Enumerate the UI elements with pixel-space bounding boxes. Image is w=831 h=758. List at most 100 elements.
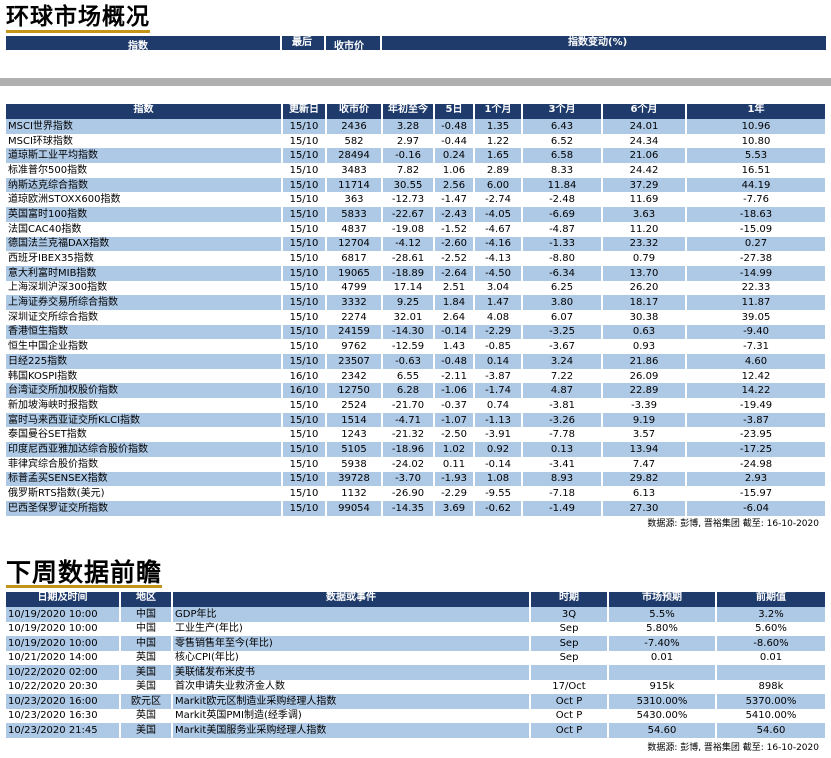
table-cell: 3.28 xyxy=(382,119,435,134)
table-cell: 18.17 xyxy=(602,295,687,310)
table-cell: 1.02 xyxy=(434,442,475,457)
table-cell: 15/10 xyxy=(282,412,327,428)
table-cell: 1.08 xyxy=(474,471,523,487)
table-cell: -7.76 xyxy=(686,192,827,208)
table-cell: 39728 xyxy=(326,471,383,487)
calendar-cell: 5370.00% xyxy=(716,694,827,709)
table-cell: 16/10 xyxy=(282,368,327,384)
table-cell: -2.60 xyxy=(434,236,475,252)
table-cell: 2342 xyxy=(326,368,383,384)
table-cell: 32.01 xyxy=(382,309,435,325)
table-cell: 0.14 xyxy=(474,354,523,369)
calendar-cell: 10/23/2020 16:00 xyxy=(6,694,121,709)
table-cell: 21.06 xyxy=(602,148,687,164)
market-table: 指数 更新日 收市价 年初至今 5日 1个月 3个月 6个月 1年 MSCI世界… xyxy=(6,104,827,516)
header-change-label: 指数变动(%) xyxy=(568,37,628,48)
table-cell: -15.09 xyxy=(686,221,827,237)
calendar-cell: 美国 xyxy=(120,679,173,694)
calendar-cell: 中国 xyxy=(120,636,173,651)
table-cell: 15/10 xyxy=(282,236,327,252)
table-cell: -0.85 xyxy=(474,339,523,354)
table-cell: 9762 xyxy=(326,339,383,354)
calendar-row: 10/23/2020 16:00 欧元区 Markit欧元区制造业采购经理人指数 Oc… xyxy=(6,694,827,709)
calendar-cell: 美国 xyxy=(120,723,173,738)
table-cell: 2274 xyxy=(326,309,383,325)
table-cell: 24.42 xyxy=(602,163,687,178)
table-cell: -7.78 xyxy=(522,427,603,443)
table-row: 巴西圣保罗证交所指数 15/10 99054 -14.35 3.69 -0.62 -1.49… xyxy=(6,500,827,516)
table-cell: 3.24 xyxy=(522,354,603,369)
col-close: 收市价 xyxy=(326,104,383,119)
table-cell: -9.40 xyxy=(686,324,827,340)
table-row: 道琼斯工业平均指数 15/10 28494 -0.16 0.24 1.65 6.58 21.0… xyxy=(6,148,827,164)
table-cell: -18.63 xyxy=(686,207,827,222)
table-cell: 10.80 xyxy=(686,133,827,149)
table-cell: 6.07 xyxy=(522,309,603,325)
calendar-cell: Sep xyxy=(530,621,609,636)
calendar-cell: 核心CPI(年比) xyxy=(172,650,531,665)
calendar-cell: GDP年比 xyxy=(172,607,531,622)
table-cell: 15/10 xyxy=(282,471,327,487)
table-cell: 22.89 xyxy=(602,383,687,399)
table-cell: 富时马来西亚证交所KLCI指数 xyxy=(6,412,283,428)
table-cell: 俄罗斯RTS指数(美元) xyxy=(6,486,283,501)
calendar-cell: 工业生产(年比) xyxy=(172,621,531,636)
table-cell: -3.25 xyxy=(522,324,603,340)
calendar-cell: 美国 xyxy=(120,665,173,680)
calendar-cell: 898k xyxy=(716,679,827,694)
calendar-cell: 10/19/2020 10:00 xyxy=(6,607,121,622)
table-cell: 15/10 xyxy=(282,133,327,149)
table-cell: -23.95 xyxy=(686,427,827,443)
table-cell: 1.84 xyxy=(434,295,475,310)
table-cell: 英国富时100指数 xyxy=(6,207,283,222)
table-cell: -6.69 xyxy=(522,207,603,222)
table-cell: -0.48 xyxy=(434,119,475,134)
table-cell: 4799 xyxy=(326,280,383,296)
table-cell: 韩国KOSPI指数 xyxy=(6,368,283,384)
section-title-outlook: 下周数据前瞻 xyxy=(6,558,163,588)
table-cell: -17.25 xyxy=(686,442,827,457)
table-cell: -2.29 xyxy=(474,324,523,340)
table-cell: -6.34 xyxy=(522,265,603,281)
table-cell: 2436 xyxy=(326,119,383,134)
table-cell: -2.50 xyxy=(434,427,475,443)
calendar-cell: 0.01 xyxy=(716,650,827,665)
table-cell: 道琼斯工业平均指数 xyxy=(6,148,283,164)
table-cell: 7.22 xyxy=(522,368,603,384)
table-cell: -12.73 xyxy=(382,192,435,208)
table-row: MSCI世界指数 15/10 2436 3.28 -0.48 1.35 6.43 24.01 1… xyxy=(6,119,827,134)
table-cell: 11.69 xyxy=(602,192,687,208)
table-cell: 0.74 xyxy=(474,398,523,413)
market-table-body: MSCI世界指数 15/10 2436 3.28 -0.48 1.35 6.43 24.01 1… xyxy=(6,119,827,516)
header-close-label: 收市价 xyxy=(334,41,364,52)
table-cell: -1.52 xyxy=(434,221,475,237)
table-row: 西班牙IBEX35指数 15/10 6817 -28.61 -2.52 -4.13 -8.8… xyxy=(6,251,827,266)
table-cell: 29.82 xyxy=(602,471,687,487)
calendar-cell: Sep xyxy=(530,650,609,665)
table-cell: 3.69 xyxy=(434,500,475,516)
table-cell: 上海证券交易所综合指数 xyxy=(6,295,283,310)
table-row: 标准普尔500指数 15/10 3483 7.82 1.06 2.89 8.33 24.42 1… xyxy=(6,163,827,178)
table-cell: 15/10 xyxy=(282,324,327,340)
table-row: 日经225指数 15/10 23507 -0.63 -0.48 0.14 3.24 21.86… xyxy=(6,354,827,369)
table-cell: 6.58 xyxy=(522,148,603,164)
table-cell: -19.08 xyxy=(382,221,435,237)
table-cell: 22.33 xyxy=(686,280,827,296)
table-cell: 0.24 xyxy=(434,148,475,164)
table-row: 泰国曼谷SET指数 15/10 1243 -21.32 -2.50 -3.91 -7.78 3… xyxy=(6,427,827,443)
table-cell: 13.94 xyxy=(602,442,687,457)
table-cell: 15/10 xyxy=(282,354,327,369)
table-cell: -3.70 xyxy=(382,471,435,487)
table-cell: 11.84 xyxy=(522,177,603,193)
table-cell: 1.65 xyxy=(474,148,523,164)
calendar-cell: 10/22/2020 20:30 xyxy=(6,679,121,694)
table-row: 上海证券交易所综合指数 15/10 3332 9.25 1.84 1.47 3.80 18.1… xyxy=(6,295,827,310)
table-row: 英国富时100指数 15/10 5833 -22.67 -2.43 -4.05 -6.69 3… xyxy=(6,207,827,222)
table-cell: 24159 xyxy=(326,324,383,340)
table-cell: -4.71 xyxy=(382,412,435,428)
table-cell: 台湾证交所加权股价指数 xyxy=(6,383,283,399)
table-row: 标普孟买SENSEX指数 15/10 39728 -3.70 -1.93 1.08 8.93… xyxy=(6,471,827,487)
table-cell: 15/10 xyxy=(282,456,327,472)
table-cell: 17.14 xyxy=(382,280,435,296)
table-cell: 11.20 xyxy=(602,221,687,237)
